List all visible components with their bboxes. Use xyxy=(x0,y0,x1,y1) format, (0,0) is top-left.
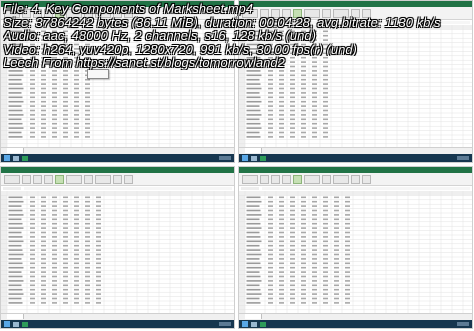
underline-icon[interactable] xyxy=(44,174,53,184)
size-info-line: Size: 37864242 bytes (36.11 MiB), durati… xyxy=(3,15,441,29)
name-box[interactable] xyxy=(241,187,259,190)
windows-start-icon[interactable] xyxy=(242,155,248,161)
sheet-tab[interactable] xyxy=(7,314,24,319)
conditional-format-icon[interactable] xyxy=(95,174,111,184)
file-info-line: File: 4. Key Components of Marksheet.mp4 xyxy=(3,2,254,16)
windows-taskbar xyxy=(1,154,234,162)
clock xyxy=(457,322,469,326)
paste-icon[interactable] xyxy=(4,174,20,184)
file-explorer-icon[interactable] xyxy=(13,321,19,327)
audio-info-line: Audio: aac, 48000 Hz, 2 channels, s16, 1… xyxy=(3,29,316,43)
sheet-tab[interactable] xyxy=(245,314,262,319)
excel-app-icon[interactable] xyxy=(22,155,28,161)
fill-color-icon[interactable] xyxy=(55,174,64,184)
excel-app-icon[interactable] xyxy=(22,321,28,327)
worksheet-grid[interactable] xyxy=(239,191,472,316)
video-info-line: Video: h264, yuv420p, 1280x720, 991 kb/s… xyxy=(3,42,357,56)
bold-icon[interactable] xyxy=(260,174,269,184)
worksheet-area xyxy=(239,191,472,316)
status-bar xyxy=(239,313,472,320)
underline-icon[interactable] xyxy=(282,174,291,184)
sort-filter-icon[interactable] xyxy=(124,174,133,184)
windows-taskbar xyxy=(239,154,472,162)
merge-center-icon[interactable] xyxy=(304,174,320,184)
clock xyxy=(457,156,469,160)
excel-app-icon[interactable] xyxy=(260,155,266,161)
number-format-icon[interactable] xyxy=(84,174,93,184)
bold-icon[interactable] xyxy=(22,174,31,184)
video-thumbnail-3 xyxy=(0,166,235,329)
sheet-tab[interactable] xyxy=(245,148,262,153)
windows-taskbar xyxy=(239,320,472,328)
formula-input[interactable] xyxy=(24,187,232,190)
status-bar xyxy=(1,313,234,320)
status-bar xyxy=(239,147,472,154)
windows-start-icon[interactable] xyxy=(4,155,10,161)
status-bar xyxy=(1,147,234,154)
name-box[interactable] xyxy=(3,187,21,190)
paste-icon[interactable] xyxy=(242,174,258,184)
sort-filter-icon[interactable] xyxy=(362,174,371,184)
file-explorer-icon[interactable] xyxy=(13,155,19,161)
windows-start-icon[interactable] xyxy=(242,321,248,327)
source-info-line: Leech From https://sanet.st/blogs/tomorr… xyxy=(3,56,285,70)
formula-input[interactable] xyxy=(262,187,470,190)
windows-start-icon[interactable] xyxy=(4,321,10,327)
video-thumbnail-4 xyxy=(238,166,473,329)
worksheet-area xyxy=(1,191,234,316)
italic-icon[interactable] xyxy=(33,174,42,184)
insert-cells-icon[interactable] xyxy=(351,174,360,184)
excel-ribbon xyxy=(239,173,472,186)
number-format-icon[interactable] xyxy=(322,174,331,184)
file-explorer-icon[interactable] xyxy=(251,321,257,327)
file-explorer-icon[interactable] xyxy=(251,155,257,161)
conditional-format-icon[interactable] xyxy=(333,174,349,184)
media-info-overlay: File: 4. Key Components of Marksheet.mp4… xyxy=(0,0,474,72)
fill-color-icon[interactable] xyxy=(293,174,302,184)
worksheet-grid[interactable] xyxy=(1,191,234,316)
excel-app-icon[interactable] xyxy=(260,321,266,327)
merge-center-icon[interactable] xyxy=(66,174,82,184)
clock xyxy=(219,322,231,326)
insert-cells-icon[interactable] xyxy=(113,174,122,184)
sheet-tab[interactable] xyxy=(7,148,24,153)
italic-icon[interactable] xyxy=(271,174,280,184)
clock xyxy=(219,156,231,160)
excel-ribbon xyxy=(1,173,234,186)
windows-taskbar xyxy=(1,320,234,328)
